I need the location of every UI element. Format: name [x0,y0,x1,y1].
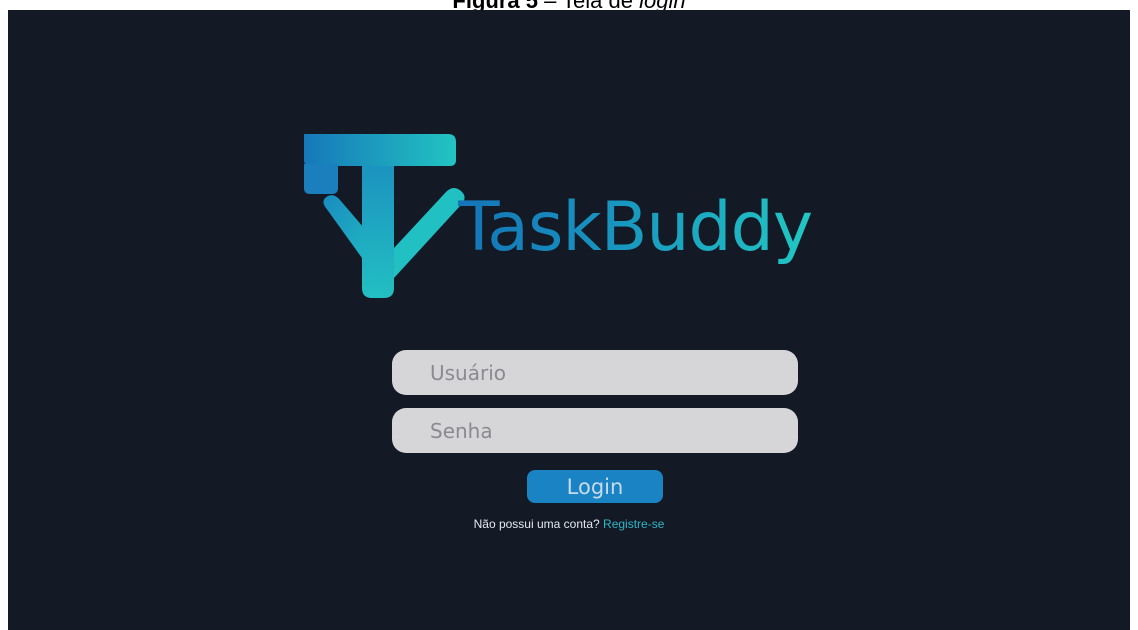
login-button[interactable]: Login [527,470,663,503]
app-logo: TaskBuddy [298,130,858,310]
taskbuddy-ty-logo-icon [304,134,465,298]
logo-wordmark: TaskBuddy [458,188,813,267]
register-prompt: Não possui uma conta? Registre-se [8,517,1130,531]
login-screen: TaskBuddy Login Não possui uma conta? Re… [8,10,1130,630]
password-input[interactable] [392,408,798,453]
register-prompt-text: Não possui uma conta? [473,517,604,531]
username-input[interactable] [392,350,798,395]
register-link[interactable]: Registre-se [603,517,664,531]
